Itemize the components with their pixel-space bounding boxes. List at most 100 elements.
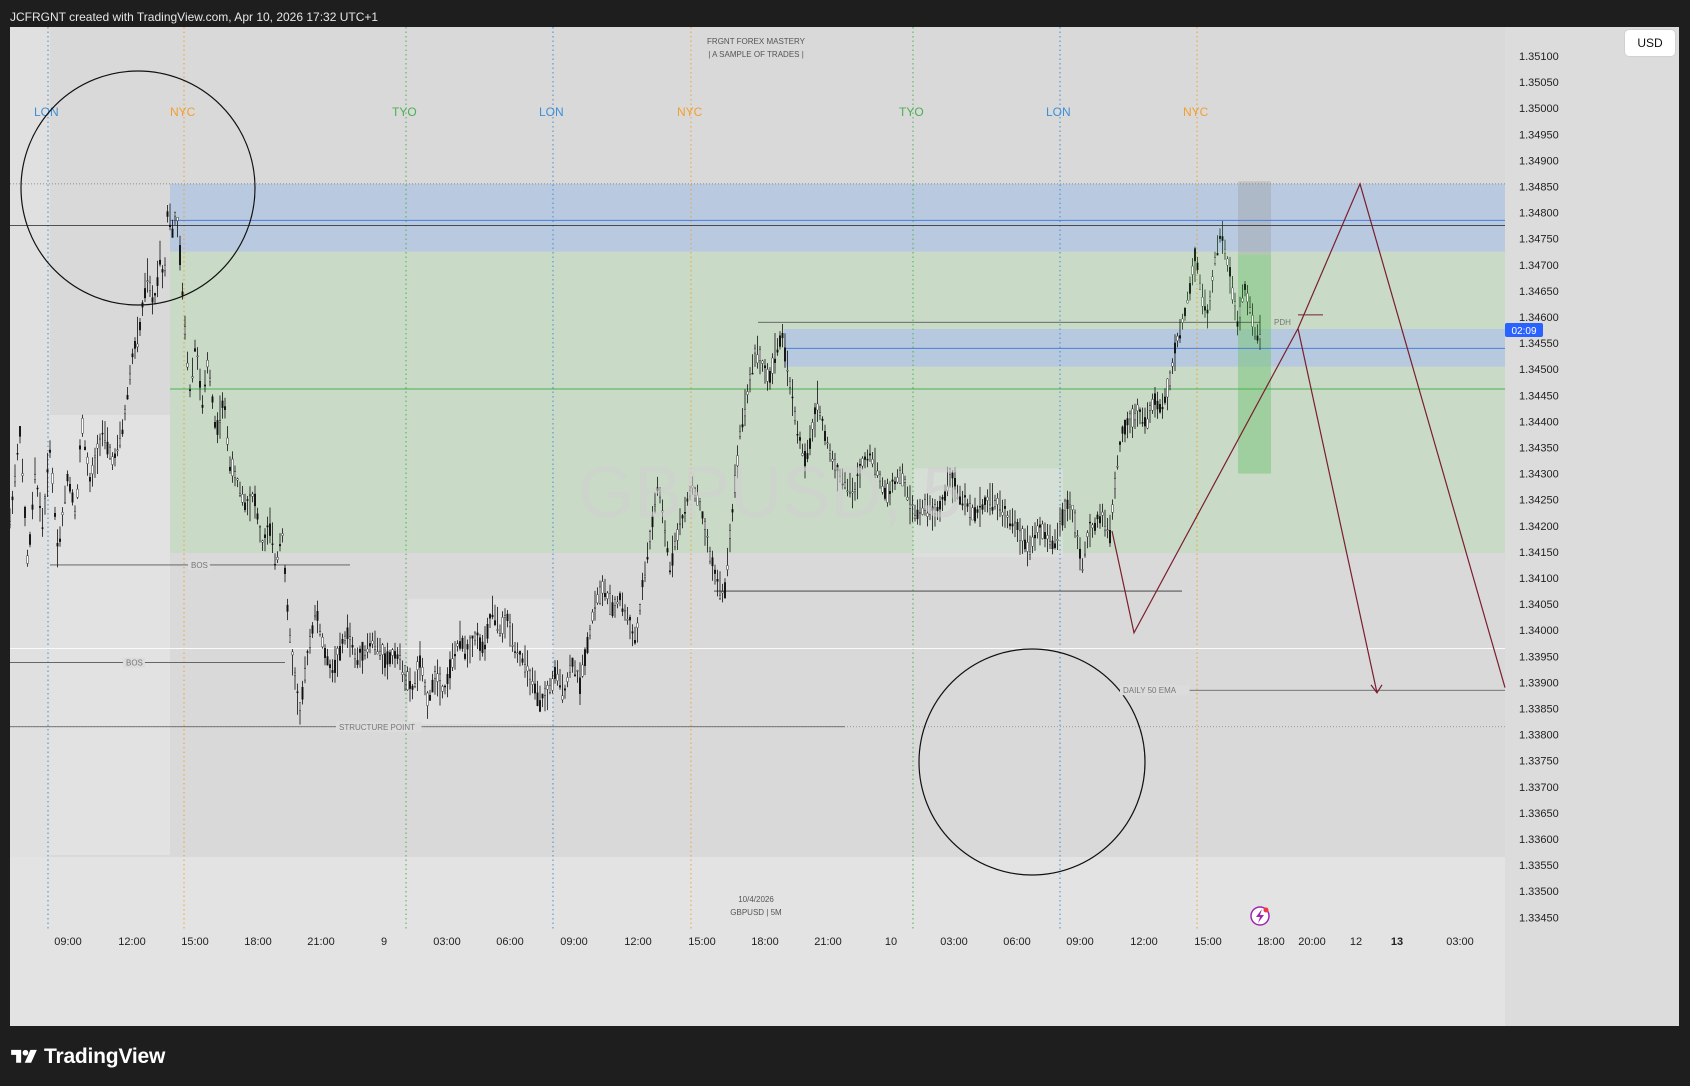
candle-body [151, 297, 154, 303]
candle-body [1091, 524, 1094, 529]
candle-body [16, 453, 19, 455]
candle-body [23, 507, 26, 518]
candle-body [516, 652, 519, 654]
y-axis-tick: 1.34700 [1519, 260, 1559, 272]
candle-body [489, 614, 492, 619]
candle-body [1066, 499, 1069, 510]
candle-body [989, 504, 992, 509]
candle-body [206, 360, 209, 368]
candle-body [1121, 426, 1124, 434]
candle-body [474, 632, 477, 641]
candle-body [314, 615, 317, 618]
candle-body [1006, 515, 1009, 518]
candle-body [364, 649, 367, 656]
candle-body [351, 645, 354, 648]
candle-body [103, 440, 106, 443]
candle-body [1118, 441, 1121, 445]
candle-body [126, 395, 129, 400]
candle-body [96, 443, 99, 449]
candle-body [196, 355, 199, 358]
trade-box-profit [1238, 254, 1271, 474]
x-axis-tick: 15:00 [181, 936, 209, 948]
price-chart[interactable]: LON NYC TYO LON NYC TYO LON NYC BOS BOS STRUCTURE… [10, 27, 1679, 1026]
candle-body [336, 648, 339, 656]
candle-body [306, 651, 309, 653]
y-axis-tick: 1.33950 [1519, 651, 1559, 663]
candle-body [994, 500, 997, 507]
candle-body [1009, 523, 1012, 527]
candle-body [311, 625, 314, 634]
candle-body [61, 512, 64, 515]
y-axis-tick: 1.33850 [1519, 704, 1559, 716]
candle-body [281, 533, 284, 536]
candle-body [506, 613, 509, 621]
candle-body [101, 432, 104, 435]
candle-body [334, 659, 337, 673]
candle-body [674, 541, 677, 548]
candle-body [271, 543, 274, 545]
candle-body [1058, 521, 1061, 524]
candle-body [669, 570, 672, 573]
candle-body [176, 217, 179, 221]
candle-body [381, 644, 384, 655]
x-axis-tick: 03:00 [940, 936, 968, 948]
candle-body [986, 496, 989, 501]
y-axis-tick: 1.34300 [1519, 469, 1559, 481]
candle-body [1043, 532, 1046, 539]
candle-body [301, 687, 304, 700]
candle-body [1048, 541, 1051, 545]
candle-body [706, 536, 709, 538]
y-axis-tick: 1.34800 [1519, 208, 1559, 220]
currency-selector-button[interactable]: USD [1625, 30, 1675, 56]
candle-body [1128, 413, 1131, 420]
candle-body [1203, 306, 1206, 311]
candle-body [799, 437, 802, 441]
candle-body [971, 507, 974, 521]
candle-body [116, 449, 119, 452]
candle-body [761, 360, 764, 364]
candle-body [228, 466, 231, 471]
candle-body [128, 373, 131, 380]
candle-body [1001, 511, 1004, 516]
y-axis-tick: 1.35050 [1519, 77, 1559, 89]
candle-body [1093, 522, 1096, 531]
chart-frame[interactable]: LON NYC TYO LON NYC TYO LON NYC BOS BOS STRUCTURE… [10, 27, 1679, 1026]
candle-body [221, 400, 224, 408]
candle-body [494, 620, 497, 625]
candle-body [1123, 419, 1126, 435]
candle-body [1186, 300, 1189, 304]
candle-body [619, 593, 622, 601]
candle-body [203, 384, 206, 387]
left-shade [10, 27, 50, 857]
candle-body [639, 604, 642, 611]
y-axis-tick: 1.34200 [1519, 521, 1559, 533]
candle-body [781, 333, 784, 339]
candle-body [238, 493, 241, 496]
candle-body [794, 411, 797, 421]
candle-body [559, 685, 562, 688]
candle-body [1113, 478, 1116, 489]
candle-body [1246, 293, 1249, 302]
candle-body [641, 580, 644, 588]
candle-body [396, 654, 399, 659]
candle-body [589, 629, 592, 636]
candle-body [824, 431, 827, 441]
candle-body [309, 636, 312, 648]
candle-body [346, 627, 349, 639]
candle-body [88, 477, 91, 482]
candle-body [118, 438, 121, 446]
candle-body [1011, 523, 1014, 527]
candle-body [406, 671, 409, 691]
candle-body [1108, 530, 1111, 544]
candle-body [148, 282, 151, 291]
candle-body [253, 493, 256, 507]
y-axis-tick: 1.34350 [1519, 443, 1559, 455]
candle-body [636, 622, 639, 629]
candle-body [481, 641, 484, 653]
candle-body [1156, 400, 1159, 410]
candle-body [724, 582, 727, 599]
candle-body [556, 674, 559, 681]
candle-body [376, 651, 379, 655]
tradingview-logo[interactable]: TradingView [10, 1044, 165, 1070]
candle-body [521, 658, 524, 663]
